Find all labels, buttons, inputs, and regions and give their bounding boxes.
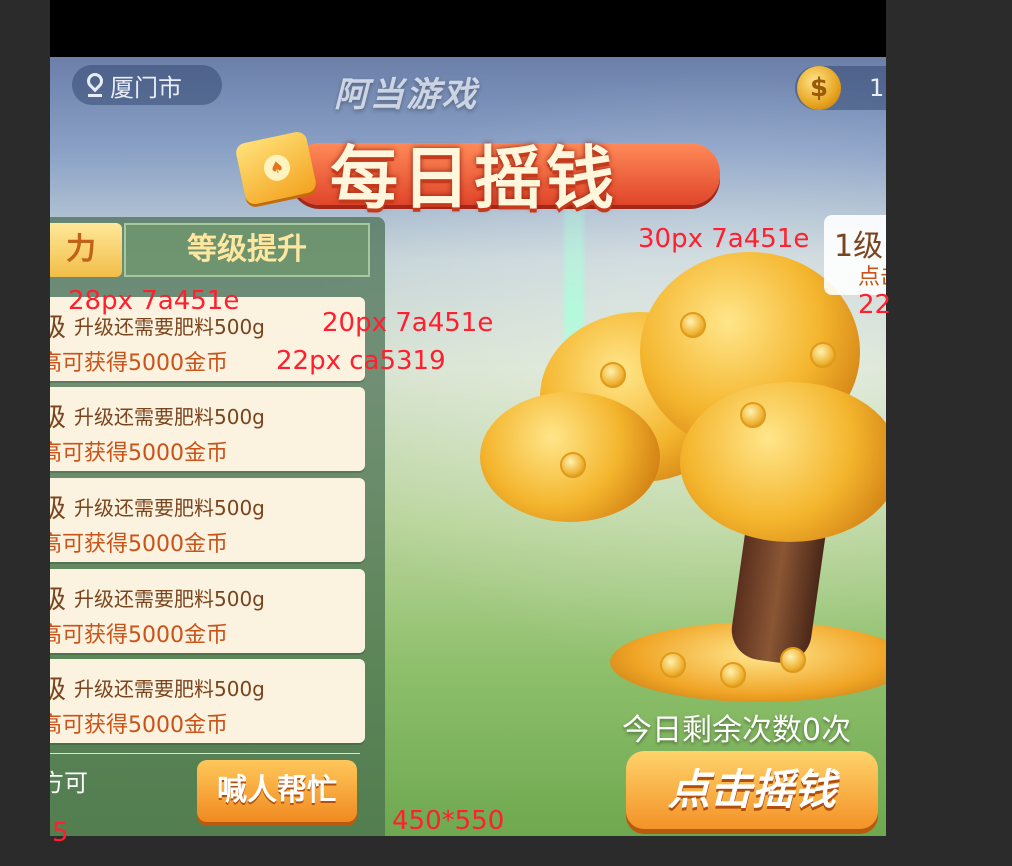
panel-note: 方可	[50, 769, 88, 797]
coin-balance-value: 1	[869, 74, 885, 102]
level-requirement: 升级还需要肥料500g	[74, 587, 265, 611]
coin-icon	[660, 652, 686, 678]
coin-icon	[740, 402, 766, 428]
annotation-text: 450*550	[392, 806, 505, 836]
tab-level-up[interactable]: 等级提升	[124, 223, 370, 277]
tree-canopy	[680, 382, 886, 542]
money-tree[interactable]	[480, 252, 886, 702]
side-level-card[interactable]: 1级 点击	[824, 215, 886, 295]
level-list-item: 级 升级还需要肥料500g 高可获得5000金币	[50, 569, 365, 653]
level-reward: 高可获得5000金币	[50, 713, 228, 738]
side-card-sub: 点击	[858, 265, 886, 290]
level-requirement: 升级还需要肥料500g	[74, 405, 265, 429]
coin-icon	[560, 452, 586, 478]
coin-icon	[600, 362, 626, 388]
level-list-item: 级 升级还需要肥料500g 高可获得5000金币	[50, 659, 365, 743]
level-label: 级	[50, 313, 67, 343]
level-label: 级	[50, 403, 67, 433]
coin-icon	[680, 312, 706, 338]
coin-icon	[720, 662, 746, 688]
coin-icon	[810, 342, 836, 368]
coin-icon: $	[797, 66, 841, 110]
scene-background: 厦门市 阿当游戏 $ 1 力 等级提升 级 升级还需要肥料500g 高可获得50…	[50, 57, 886, 836]
panel-divider	[50, 753, 360, 754]
annotation-text: 20px 7a451e	[322, 308, 494, 338]
remaining-count: 今日剩余次数0次	[622, 713, 852, 748]
level-requirement: 升级还需要肥料500g	[74, 677, 265, 701]
level-requirement: 升级还需要肥料500g	[74, 496, 265, 520]
level-label: 级	[50, 494, 67, 524]
annotation-text: 30px 7a451e	[638, 224, 810, 254]
annotation-text: 22	[858, 290, 892, 320]
level-label: 级	[50, 585, 67, 615]
level-reward: 高可获得5000金币	[50, 441, 228, 466]
location-pill[interactable]: 厦门市	[72, 65, 222, 105]
location-label: 厦门市	[110, 73, 182, 102]
annotation-text: 22px ca5319	[276, 346, 446, 376]
brand-logo: 阿当游戏	[334, 75, 478, 115]
level-label: 级	[50, 675, 67, 705]
level-list-item: 级 升级还需要肥料500g 高可获得5000金币	[50, 478, 365, 562]
coin-balance[interactable]: $ 1	[795, 66, 886, 110]
tab-power[interactable]: 力	[50, 223, 122, 277]
level-reward: 高可获得5000金币	[50, 623, 228, 648]
level-list-item: 级 升级还需要肥料500g 高可获得5000金币	[50, 387, 365, 471]
level-reward: 高可获得5000金币	[50, 532, 228, 557]
call-for-help-button[interactable]: 喊人帮忙	[197, 760, 357, 822]
page-title: 每日摇钱	[330, 140, 619, 219]
location-pin-icon	[86, 73, 104, 97]
title-banner: 每日摇钱	[230, 115, 720, 219]
annotation-text: 28px 7a451e	[68, 286, 240, 316]
shake-money-button[interactable]: 点击摇钱	[626, 751, 878, 829]
game-canvas: 厦门市 阿当游戏 $ 1 力 等级提升 级 升级还需要肥料500g 高可获得50…	[50, 0, 886, 836]
level-reward: 高可获得5000金币	[50, 351, 228, 376]
annotation-text: 5	[52, 818, 69, 848]
coin-icon	[780, 647, 806, 673]
